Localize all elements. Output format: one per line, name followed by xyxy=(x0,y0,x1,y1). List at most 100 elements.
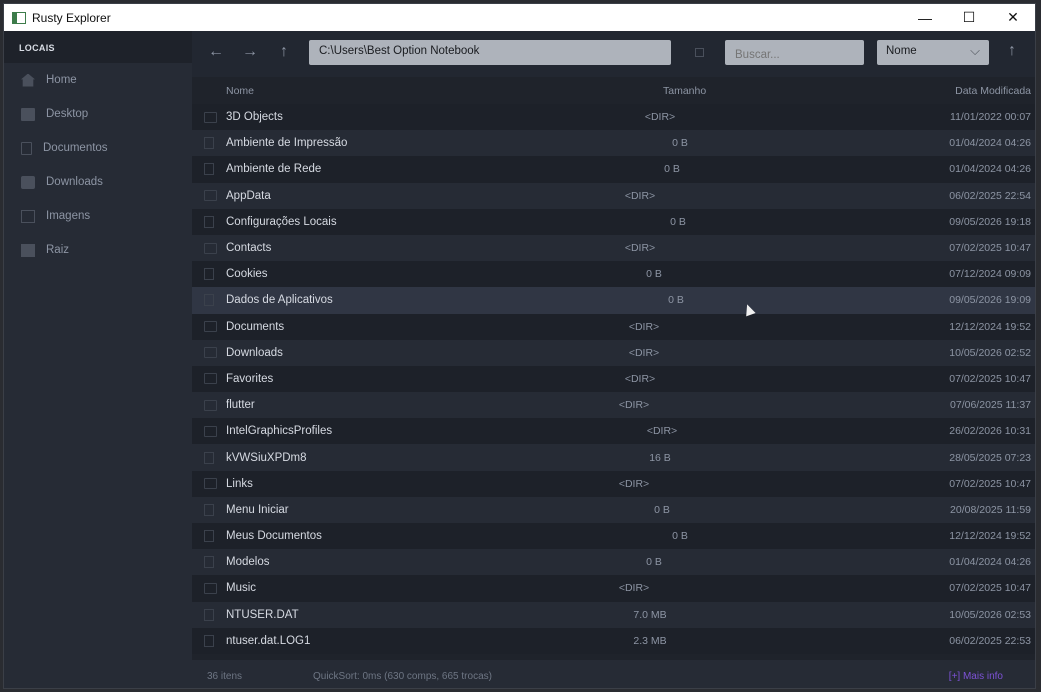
file-name: Documents xyxy=(226,320,285,333)
file-size: <DIR> xyxy=(618,582,650,595)
table-row[interactable]: 3D Objects <DIR> 11/01/2022 00:07 xyxy=(192,104,1035,131)
sidebar-item-documentos[interactable]: Documentos xyxy=(4,131,192,165)
table-row[interactable]: IntelGraphicsProfiles <DIR> 26/02/2026 10:… xyxy=(192,418,1035,445)
sidebar-item-label: Desktop xyxy=(46,108,89,120)
search-input[interactable] xyxy=(725,40,864,65)
item-count: 36 itens xyxy=(207,671,243,682)
sidebar-section-label: LOCAIS xyxy=(4,31,192,63)
folder-icon xyxy=(204,321,217,333)
file-date: 20/08/2025 11:59 xyxy=(950,503,1031,516)
sidebar-item-label: Imagens xyxy=(46,210,91,222)
file-size: 0 B xyxy=(672,530,688,543)
table-row[interactable]: flutter <DIR> 07/06/2025 11:37 xyxy=(192,392,1035,419)
column-header-size[interactable]: Tamanho xyxy=(663,85,706,97)
up-button[interactable]: ↑ xyxy=(280,43,288,61)
file-icon xyxy=(204,451,214,464)
more-info-link[interactable]: [+] Mais info xyxy=(949,671,1003,682)
folder-icon xyxy=(204,425,217,437)
table-row[interactable]: AppData <DIR> 06/02/2025 22:54 xyxy=(192,182,1035,209)
sidebar: LOCAIS Home Desktop Documentos Downloads… xyxy=(4,31,192,688)
sidebar-item-raiz[interactable]: Raiz xyxy=(4,233,192,267)
table-row[interactable]: kVWSiuXPDm8 16 B 28/05/2025 07:23 xyxy=(192,444,1035,471)
sidebar-item-downloads[interactable]: Downloads xyxy=(4,165,192,199)
table-row[interactable]: Configurações Locais 0 B 09/05/2026 19:18 xyxy=(192,208,1035,235)
file-icon xyxy=(204,530,214,543)
home-icon xyxy=(21,73,35,87)
file-name: Menu Iniciar xyxy=(226,503,289,516)
file-size: 0 B xyxy=(672,137,688,150)
table-row[interactable]: Music <DIR> 07/02/2025 10:47 xyxy=(192,575,1035,602)
file-size: 0 B xyxy=(654,503,670,516)
sidebar-item-label: Home xyxy=(46,74,77,86)
table-row[interactable]: NTUSER.DAT 7.0 MB 10/05/2026 02:53 xyxy=(192,601,1035,628)
column-header-name[interactable]: Nome xyxy=(226,85,254,97)
sort-select[interactable]: Nome ⌵ xyxy=(877,40,989,65)
table-row[interactable]: Links <DIR> 07/02/2025 10:47 xyxy=(192,470,1035,497)
download-icon xyxy=(21,175,35,189)
file-date: 01/04/2024 04:26 xyxy=(949,137,1031,150)
file-size: 16 B xyxy=(649,451,671,464)
file-date: 06/02/2025 22:54 xyxy=(949,189,1031,202)
file-date: 07/06/2025 11:37 xyxy=(950,399,1031,412)
file-size: <DIR> xyxy=(628,320,660,333)
close-button[interactable]: ✕ xyxy=(991,4,1035,31)
chevron-down-icon: ⌵ xyxy=(970,43,980,58)
table-row[interactable]: Contacts <DIR> 07/02/2025 10:47 xyxy=(192,234,1035,262)
table-row[interactable]: Favorites <DIR> 07/02/2025 10:47 xyxy=(192,365,1035,393)
file-name: Contacts xyxy=(226,242,272,255)
file-icon xyxy=(204,137,214,150)
file-size: 0 B xyxy=(646,268,662,281)
sidebar-item-home[interactable]: Home xyxy=(4,63,192,97)
file-icon xyxy=(204,608,214,621)
table-row[interactable]: Dados de Aplicativos 0 B 09/05/2026 19:09 xyxy=(192,287,1035,314)
file-size: <DIR> xyxy=(646,425,678,438)
sidebar-item-label: Downloads xyxy=(46,176,103,188)
folder-icon xyxy=(204,347,217,359)
title-bar[interactable]: Rusty Explorer — ☐ ✕ xyxy=(4,4,1035,31)
path-input[interactable]: C:\Users\Best Option Notebook xyxy=(309,40,671,65)
table-row[interactable]: Downloads <DIR> 10/05/2026 02:52 xyxy=(192,339,1035,366)
file-icon xyxy=(204,163,214,176)
file-icon xyxy=(204,503,214,516)
file-size: <DIR> xyxy=(644,111,676,124)
file-name: Links xyxy=(226,477,253,490)
file-name: Music xyxy=(226,582,257,595)
file-date: 07/02/2025 10:47 xyxy=(949,477,1031,490)
file-size: 2.3 MB xyxy=(633,634,667,647)
file-name: 3D Objects xyxy=(226,111,283,124)
table-row[interactable]: Ambiente de Rede 0 B 01/04/2024 04:26 xyxy=(192,156,1035,183)
file-name: Modelos xyxy=(226,556,270,569)
file-size: <DIR> xyxy=(618,477,650,490)
sort-direction-button[interactable]: ↑ xyxy=(1008,42,1016,60)
back-button[interactable]: ← xyxy=(208,43,224,61)
table-row[interactable]: Menu Iniciar 0 B 20/08/2025 11:59 xyxy=(192,496,1035,523)
file-size: 0 B xyxy=(670,215,686,228)
file-size: <DIR> xyxy=(624,372,656,385)
file-size: <DIR> xyxy=(618,399,650,412)
window-controls: — ☐ ✕ xyxy=(903,4,1035,31)
table-row[interactable]: Documents <DIR> 12/12/2024 19:52 xyxy=(192,313,1035,340)
table-row[interactable]: Meus Documentos 0 B 12/12/2024 19:52 xyxy=(192,523,1035,550)
forward-button[interactable]: → xyxy=(242,43,258,61)
minimize-button[interactable]: — xyxy=(903,4,947,31)
window-title: Rusty Explorer xyxy=(32,10,111,25)
file-date: 09/05/2026 19:18 xyxy=(949,215,1031,228)
toolbar: ← → ↑ C:\Users\Best Option Notebook Nome… xyxy=(192,31,1035,77)
file-size: <DIR> xyxy=(624,242,656,255)
sidebar-item-imagens[interactable]: Imagens xyxy=(4,199,192,233)
folder-icon xyxy=(204,373,217,385)
table-row[interactable]: Modelos 0 B 01/04/2024 04:26 xyxy=(192,549,1035,576)
table-row[interactable]: Cookies 0 B 07/12/2024 09:09 xyxy=(192,261,1035,288)
table-row[interactable]: Ambiente de Impressão 0 B 01/04/2024 04:26 xyxy=(192,130,1035,157)
file-name: Ambiente de Impressão xyxy=(226,137,348,150)
column-header-date[interactable]: Data Modificada xyxy=(955,85,1031,97)
file-name: Ambiente de Rede xyxy=(226,163,322,176)
folder-icon xyxy=(204,399,217,411)
maximize-button[interactable]: ☐ xyxy=(947,4,991,31)
file-name: flutter xyxy=(226,399,255,412)
hidden-files-checkbox[interactable] xyxy=(695,48,704,57)
sidebar-item-desktop[interactable]: Desktop xyxy=(4,97,192,131)
table-row[interactable]: ntuser.dat.LOG1 2.3 MB 06/02/2025 22:53 xyxy=(192,627,1035,654)
file-name: Cookies xyxy=(226,268,268,281)
file-date: 09/05/2026 19:09 xyxy=(949,294,1031,307)
